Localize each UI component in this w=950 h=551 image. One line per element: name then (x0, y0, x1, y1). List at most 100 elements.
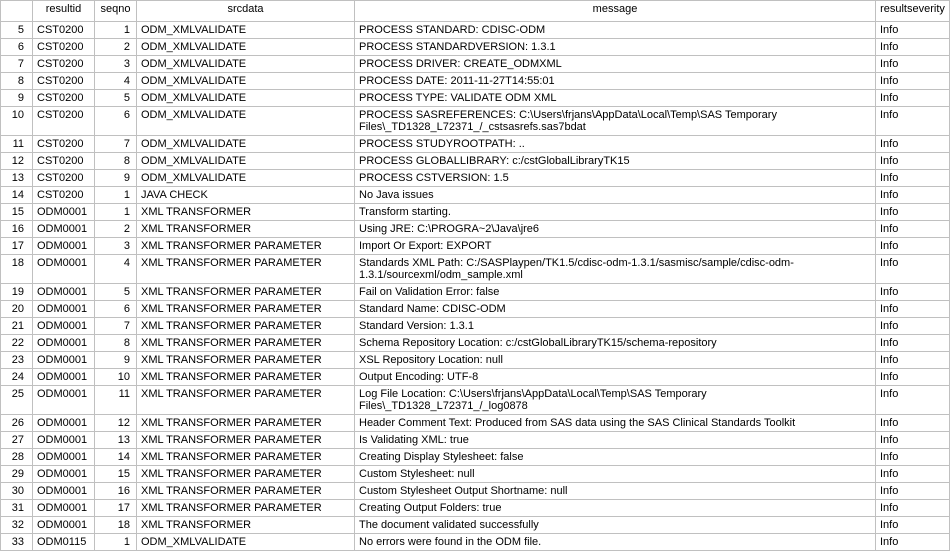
row-number[interactable]: 16 (1, 221, 33, 238)
col-srcdata-header[interactable]: srcdata (137, 1, 355, 22)
row-number[interactable]: 19 (1, 284, 33, 301)
cell-severity[interactable]: Info (876, 335, 950, 352)
col-seqno-header[interactable]: seqno (95, 1, 137, 22)
table-row[interactable]: 18ODM00014XML TRANSFORMER PARAMETERStand… (1, 255, 950, 284)
cell-seqno[interactable]: 13 (95, 432, 137, 449)
cell-severity[interactable]: Info (876, 369, 950, 386)
cell-severity[interactable]: Info (876, 483, 950, 500)
cell-message[interactable]: PROCESS CSTVERSION: 1.5 (355, 170, 876, 187)
cell-seqno[interactable]: 6 (95, 301, 137, 318)
cell-srcdata[interactable]: XML TRANSFORMER PARAMETER (137, 432, 355, 449)
cell-severity[interactable]: Info (876, 107, 950, 136)
cell-severity[interactable]: Info (876, 136, 950, 153)
cell-srcdata[interactable]: ODM_XMLVALIDATE (137, 39, 355, 56)
cell-message[interactable]: PROCESS STANDARDVERSION: 1.3.1 (355, 39, 876, 56)
cell-srcdata[interactable]: XML TRANSFORMER PARAMETER (137, 449, 355, 466)
cell-srcdata[interactable]: ODM_XMLVALIDATE (137, 90, 355, 107)
table-row[interactable]: 17ODM00013XML TRANSFORMER PARAMETERImpor… (1, 238, 950, 255)
row-number[interactable]: 8 (1, 73, 33, 90)
row-number[interactable]: 5 (1, 22, 33, 39)
cell-srcdata[interactable]: XML TRANSFORMER PARAMETER (137, 352, 355, 369)
cell-srcdata[interactable]: ODM_XMLVALIDATE (137, 170, 355, 187)
cell-srcdata[interactable]: ODM_XMLVALIDATE (137, 153, 355, 170)
cell-severity[interactable]: Info (876, 39, 950, 56)
cell-message[interactable]: No errors were found in the ODM file. (355, 534, 876, 551)
cell-severity[interactable]: Info (876, 432, 950, 449)
cell-severity[interactable]: Info (876, 318, 950, 335)
cell-message[interactable]: Is Validating XML: true (355, 432, 876, 449)
row-number[interactable]: 13 (1, 170, 33, 187)
table-row[interactable]: 8CST02004ODM_XMLVALIDATEPROCESS DATE: 20… (1, 73, 950, 90)
cell-srcdata[interactable]: XML TRANSFORMER (137, 517, 355, 534)
cell-severity[interactable]: Info (876, 187, 950, 204)
cell-seqno[interactable]: 11 (95, 386, 137, 415)
table-row[interactable]: 25ODM000111XML TRANSFORMER PARAMETERLog … (1, 386, 950, 415)
cell-message[interactable]: Creating Display Stylesheet: false (355, 449, 876, 466)
col-resultseverity-header[interactable]: resultseverity (876, 1, 950, 22)
cell-seqno[interactable]: 14 (95, 449, 137, 466)
cell-message[interactable]: Header Comment Text: Produced from SAS d… (355, 415, 876, 432)
cell-resultid[interactable]: ODM0001 (33, 449, 95, 466)
row-number[interactable]: 10 (1, 107, 33, 136)
table-row[interactable]: 28ODM000114XML TRANSFORMER PARAMETERCrea… (1, 449, 950, 466)
col-resultid-header[interactable]: resultid (33, 1, 95, 22)
table-row[interactable]: 6CST02002ODM_XMLVALIDATEPROCESS STANDARD… (1, 39, 950, 56)
cell-seqno[interactable]: 4 (95, 73, 137, 90)
cell-srcdata[interactable]: XML TRANSFORMER PARAMETER (137, 301, 355, 318)
col-rownum-header[interactable] (1, 1, 33, 22)
cell-message[interactable]: Standards XML Path: C:/SASPlaypen/TK1.5/… (355, 255, 876, 284)
cell-seqno[interactable]: 4 (95, 255, 137, 284)
cell-seqno[interactable]: 16 (95, 483, 137, 500)
cell-resultid[interactable]: ODM0001 (33, 204, 95, 221)
row-number[interactable]: 12 (1, 153, 33, 170)
row-number[interactable]: 29 (1, 466, 33, 483)
cell-seqno[interactable]: 1 (95, 187, 137, 204)
cell-srcdata[interactable]: ODM_XMLVALIDATE (137, 73, 355, 90)
cell-severity[interactable]: Info (876, 238, 950, 255)
cell-srcdata[interactable]: ODM_XMLVALIDATE (137, 22, 355, 39)
cell-resultid[interactable]: ODM0001 (33, 318, 95, 335)
cell-message[interactable]: Import Or Export: EXPORT (355, 238, 876, 255)
cell-srcdata[interactable]: XML TRANSFORMER (137, 221, 355, 238)
cell-message[interactable]: PROCESS STANDARD: CDISC-ODM (355, 22, 876, 39)
table-row[interactable]: 32ODM000118XML TRANSFORMERThe document v… (1, 517, 950, 534)
table-row[interactable]: 29ODM000115XML TRANSFORMER PARAMETERCust… (1, 466, 950, 483)
table-row[interactable]: 20ODM00016XML TRANSFORMER PARAMETERStand… (1, 301, 950, 318)
cell-resultid[interactable]: ODM0001 (33, 335, 95, 352)
cell-seqno[interactable]: 3 (95, 56, 137, 73)
cell-severity[interactable]: Info (876, 415, 950, 432)
row-number[interactable]: 31 (1, 500, 33, 517)
row-number[interactable]: 24 (1, 369, 33, 386)
cell-srcdata[interactable]: XML TRANSFORMER (137, 204, 355, 221)
cell-srcdata[interactable]: ODM_XMLVALIDATE (137, 107, 355, 136)
cell-resultid[interactable]: ODM0001 (33, 386, 95, 415)
row-number[interactable]: 14 (1, 187, 33, 204)
cell-severity[interactable]: Info (876, 284, 950, 301)
table-row[interactable]: 13CST02009ODM_XMLVALIDATEPROCESS CSTVERS… (1, 170, 950, 187)
cell-severity[interactable]: Info (876, 170, 950, 187)
row-number[interactable]: 6 (1, 39, 33, 56)
cell-seqno[interactable]: 5 (95, 284, 137, 301)
cell-resultid[interactable]: ODM0001 (33, 221, 95, 238)
cell-resultid[interactable]: CST0200 (33, 73, 95, 90)
cell-resultid[interactable]: CST0200 (33, 22, 95, 39)
row-number[interactable]: 18 (1, 255, 33, 284)
cell-message[interactable]: PROCESS GLOBALLIBRARY: c:/cstGlobalLibra… (355, 153, 876, 170)
table-row[interactable]: 10CST02006ODM_XMLVALIDATEPROCESS SASREFE… (1, 107, 950, 136)
row-number[interactable]: 25 (1, 386, 33, 415)
cell-seqno[interactable]: 15 (95, 466, 137, 483)
cell-message[interactable]: Custom Stylesheet: null (355, 466, 876, 483)
table-row[interactable]: 9CST02005ODM_XMLVALIDATEPROCESS TYPE: VA… (1, 90, 950, 107)
cell-srcdata[interactable]: XML TRANSFORMER PARAMETER (137, 369, 355, 386)
row-number[interactable]: 27 (1, 432, 33, 449)
cell-resultid[interactable]: ODM0001 (33, 284, 95, 301)
cell-srcdata[interactable]: JAVA CHECK (137, 187, 355, 204)
cell-seqno[interactable]: 12 (95, 415, 137, 432)
cell-severity[interactable]: Info (876, 466, 950, 483)
cell-seqno[interactable]: 10 (95, 369, 137, 386)
cell-message[interactable]: Fail on Validation Error: false (355, 284, 876, 301)
row-number[interactable]: 15 (1, 204, 33, 221)
cell-resultid[interactable]: CST0200 (33, 153, 95, 170)
cell-srcdata[interactable]: ODM_XMLVALIDATE (137, 136, 355, 153)
row-number[interactable]: 26 (1, 415, 33, 432)
